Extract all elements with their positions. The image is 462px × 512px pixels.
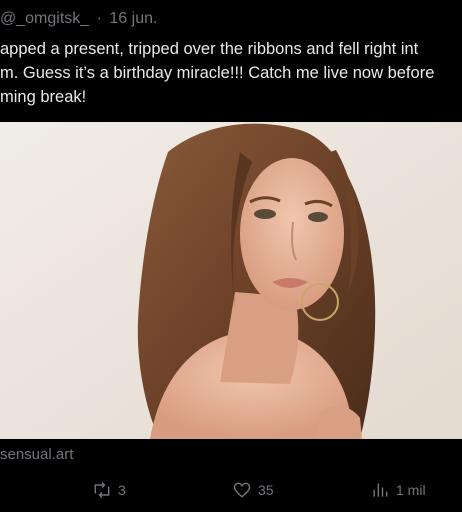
tweet-text-line-2: m. Guess it’s a birthday miracle!!! Catc… (0, 64, 435, 82)
tweet-media-image[interactable] (0, 122, 462, 439)
meta-separator: · (96, 10, 102, 27)
views-button[interactable]: 1 mil (370, 480, 426, 500)
like-count: 35 (258, 482, 274, 498)
heart-icon (233, 482, 251, 498)
tweet-actions: 3 35 1 mil (0, 472, 462, 508)
tweet-text-line-1: apped a present, tripped over the ribbon… (0, 40, 419, 58)
tweet-text: apped a present, tripped over the ribbon… (0, 37, 462, 109)
user-handle[interactable]: @_omgitsk_ (0, 10, 89, 27)
views-count: 1 mil (396, 482, 426, 498)
tweet-date[interactable]: 16 jun. (109, 10, 157, 27)
retweet-icon (94, 481, 110, 499)
media-source-link[interactable]: sensual.art (0, 446, 73, 463)
bar-chart-icon (373, 483, 388, 497)
retweet-count: 3 (118, 482, 126, 498)
retweet-button[interactable]: 3 (92, 480, 126, 500)
portrait-photo (0, 122, 462, 439)
tweet-text-line-3: ming break! (0, 88, 87, 106)
tweet-meta: @_omgitsk_ · 16 jun. (0, 10, 157, 28)
like-button[interactable]: 35 (232, 480, 274, 500)
